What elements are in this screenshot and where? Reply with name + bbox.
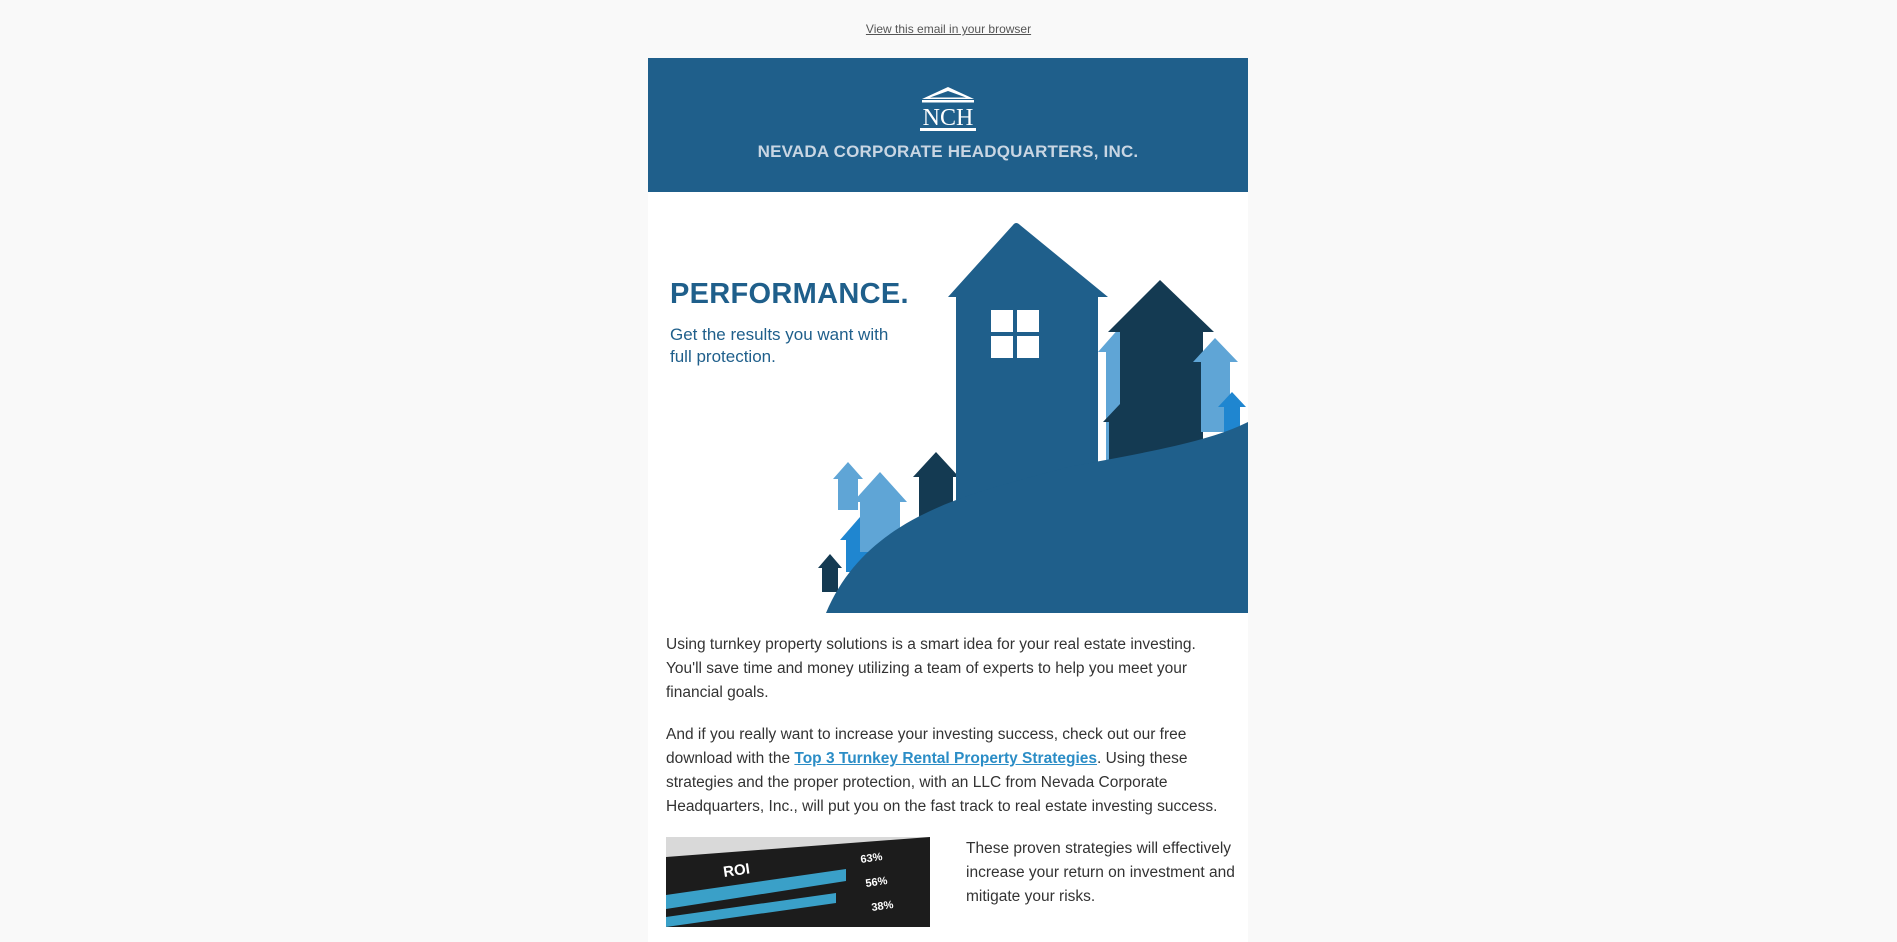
view-in-browser-link[interactable]: View this email in your browser <box>866 22 1031 36</box>
nch-logo-icon: NCH <box>920 87 976 131</box>
email-container: NCH NEVADA CORPORATE HEADQUARTERS, INC. <box>648 58 1248 942</box>
roi-image: ROI 63% 56% 38% <box>666 837 930 927</box>
roi-bars-graphic: ROI 63% 56% 38% <box>666 837 930 927</box>
body-paragraph-2: And if you really want to increase your … <box>666 723 1230 819</box>
email-header: NCH NEVADA CORPORATE HEADQUARTERS, INC. <box>648 58 1248 192</box>
hero-title: PERFORMANCE. <box>670 278 909 310</box>
turnkey-strategies-link[interactable]: Top 3 Turnkey Rental Property Strategies <box>794 750 1097 767</box>
body-paragraph-1: Using turnkey property solutions is a sm… <box>666 636 1196 701</box>
hero-subtitle: Get the results you want with full prote… <box>670 325 889 366</box>
company-name: NEVADA CORPORATE HEADQUARTERS, INC. <box>757 142 1139 161</box>
email-body: Using turnkey property solutions is a sm… <box>648 633 1248 819</box>
hero-banner: PERFORMANCE. Get the results you want wi… <box>648 192 1248 613</box>
roi-section: ROI 63% 56% 38% These proven strategies … <box>666 837 1235 942</box>
logo-letters: NCH <box>923 105 974 131</box>
preheader: View this email in your browser <box>0 22 1897 36</box>
hero-arrows-illustration <box>818 223 1248 613</box>
roi-paragraph: These proven strategies will effectively… <box>966 840 1235 905</box>
